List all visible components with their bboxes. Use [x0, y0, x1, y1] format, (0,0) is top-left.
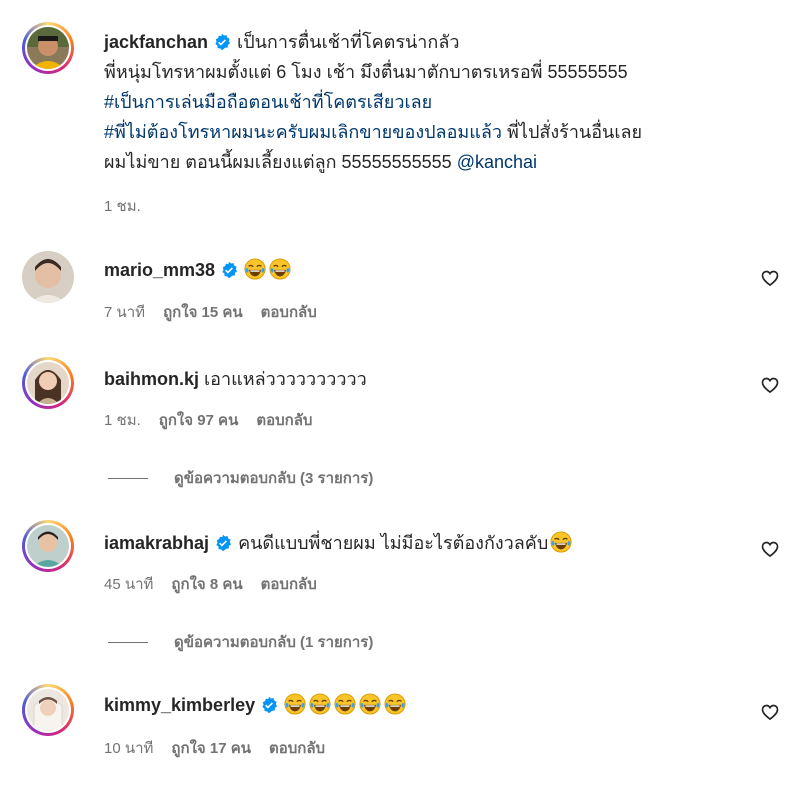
- commenter-username[interactable]: mario_mm38: [104, 260, 215, 280]
- comment-emojis: [244, 258, 294, 280]
- comment-text: kimmy_kimberley: [104, 690, 730, 720]
- comment-likes[interactable]: ถูกใจ 15 คน: [163, 304, 243, 321]
- post-time[interactable]: 1 ชม.: [104, 198, 141, 215]
- face-with-tears-of-joy-icon: [334, 693, 356, 715]
- face-with-tears-of-joy-icon: [269, 258, 291, 280]
- post-author-avatar[interactable]: [22, 22, 74, 74]
- view-replies-label: ดูข้อความตอบกลับ (1 รายการ): [174, 634, 374, 651]
- replies-divider: [108, 641, 148, 643]
- reply-button[interactable]: ตอบกลับ: [269, 740, 325, 757]
- heart-outline-icon[interactable]: [760, 375, 780, 395]
- comment-meta: 45 นาที ถูกใจ 8 คน ตอบกลับ: [104, 572, 335, 596]
- heart-outline-icon[interactable]: [760, 268, 780, 288]
- comment-time[interactable]: 7 นาที: [104, 304, 145, 321]
- reply-button[interactable]: ตอบกลับ: [261, 304, 317, 321]
- hashtag-link[interactable]: #พี่ไม่ต้องโทรหาผมนะครับผมเลิกขายของปลอม…: [104, 122, 502, 142]
- hashtag-link[interactable]: #เป็นการเล่นมือถือตอนเช้าที่โคตรเสียวเลย: [104, 92, 432, 112]
- comment-emojis: [284, 693, 409, 715]
- face-with-tears-of-joy-icon: [284, 693, 306, 715]
- comment-likes[interactable]: ถูกใจ 97 คน: [159, 412, 239, 429]
- face-with-tears-of-joy-icon: [309, 693, 331, 715]
- comment-time[interactable]: 45 นาที: [104, 576, 153, 593]
- comment-likes[interactable]: ถูกใจ 17 คน: [171, 740, 251, 757]
- heart-outline-icon[interactable]: [760, 702, 780, 722]
- reply-button[interactable]: ตอบกลับ: [256, 412, 312, 429]
- caption-line-2: พี่หนุ่มโทรหาผมตั้งแต่ 6 โมง เช้า มึงตื่…: [104, 62, 628, 82]
- face-with-tears-of-joy-icon: [244, 258, 266, 280]
- commenter-username[interactable]: kimmy_kimberley: [104, 695, 255, 715]
- verified-badge-icon: [215, 33, 231, 51]
- mention-link[interactable]: @kanchai: [457, 152, 537, 172]
- verified-badge-icon: [262, 696, 278, 714]
- comment-text: mario_mm38: [104, 255, 730, 285]
- comment-body: เอาแหล่วววววววววว: [204, 369, 367, 389]
- reply-button[interactable]: ตอบกลับ: [261, 576, 317, 593]
- heart-outline-icon[interactable]: [760, 539, 780, 559]
- caption-line-1: เป็นการตื่นเช้าที่โคตรน่ากลัว: [237, 32, 460, 52]
- comment-body: คนดีแบบพี่ชายผม ไม่มีอะไรต้องกังวลคับ: [238, 533, 549, 553]
- commenter-avatar[interactable]: [22, 357, 74, 409]
- view-replies-label: ดูข้อความตอบกลับ (3 รายการ): [174, 470, 374, 487]
- face-with-tears-of-joy-icon: [359, 693, 381, 715]
- comment-text: baihmon.kj เอาแหล่วววววววววว: [104, 364, 730, 394]
- comment-likes[interactable]: ถูกใจ 8 คน: [171, 576, 242, 593]
- replies-divider: [108, 477, 148, 479]
- post-author-username[interactable]: jackfanchan: [104, 32, 208, 52]
- commenter-avatar[interactable]: [22, 251, 74, 303]
- comment-time[interactable]: 10 นาที: [104, 740, 153, 757]
- commenter-username[interactable]: iamakrabhaj: [104, 533, 209, 553]
- comment-meta: 1 ชม. ถูกใจ 97 คน ตอบกลับ: [104, 408, 330, 432]
- comment-text: iamakrabhaj คนดีแบบพี่ชายผม ไม่มีอะไรต้อง…: [104, 528, 730, 558]
- verified-badge-icon: [222, 261, 238, 279]
- commenter-avatar[interactable]: [22, 684, 74, 736]
- commenter-username[interactable]: baihmon.kj: [104, 369, 199, 389]
- post-caption: jackfanchan เป็นการตื่นเช้าที่โคตรน่ากลัว…: [104, 27, 730, 177]
- view-replies-button[interactable]: ดูข้อความตอบกลับ (1 รายการ): [108, 630, 373, 654]
- face-with-tears-of-joy-icon: [384, 693, 406, 715]
- view-replies-button[interactable]: ดูข้อความตอบกลับ (3 รายการ): [108, 466, 373, 490]
- verified-badge-icon: [216, 534, 232, 552]
- commenter-avatar[interactable]: [22, 520, 74, 572]
- face-with-tears-of-joy-icon: [550, 531, 572, 553]
- comment-meta: 7 นาที ถูกใจ 15 คน ตอบกลับ: [104, 300, 335, 324]
- caption-line-4: พี่ไปสั่งร้านอื่นเลย: [507, 122, 643, 142]
- comment-time[interactable]: 1 ชม.: [104, 412, 141, 429]
- post-meta: 1 ชม.: [104, 194, 159, 218]
- caption-line-5: ผมไม่ขาย ตอนนี้ผมเลี้ยงแต่ลูก 5555555555…: [104, 152, 452, 172]
- comment-meta: 10 นาที ถูกใจ 17 คน ตอบกลับ: [104, 736, 343, 760]
